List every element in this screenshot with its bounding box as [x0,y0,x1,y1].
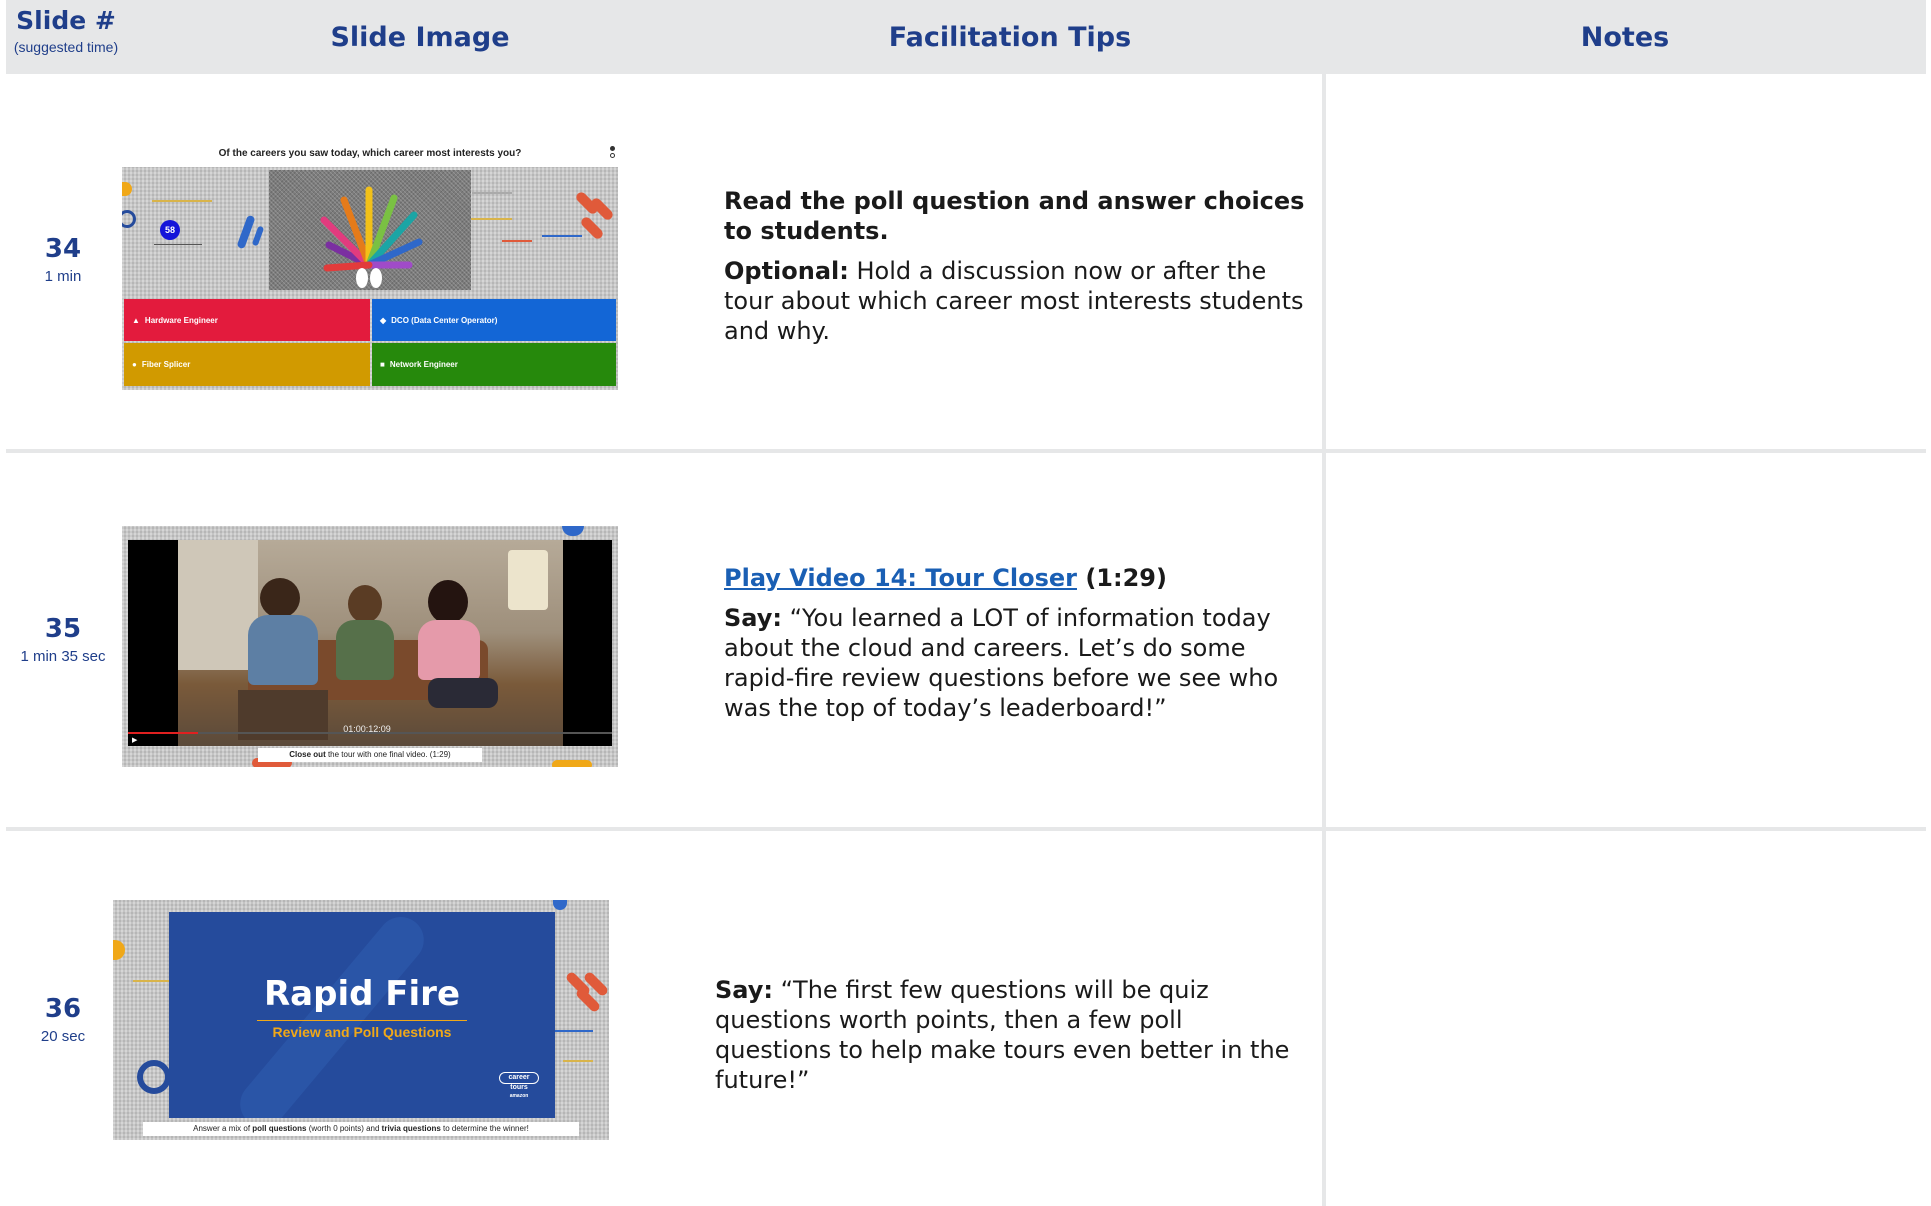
slide-number: 34 [44,234,82,264]
circle-icon: ● [132,360,137,369]
rapid-fire-title: Rapid Fire [264,974,460,1014]
say-label: Say: [715,976,773,1004]
slide-thumbnail-rapid-fire[interactable]: Rapid Fire Review and Poll Questions car… [113,900,609,1140]
poll-option-3[interactable]: ● Fiber Splicer [124,343,370,386]
play-video-link[interactable]: Play Video 14: Tour Closer [724,564,1077,592]
video-duration: (1:29) [1076,564,1167,592]
poll-question: Of the careers you saw today, which care… [218,148,522,159]
video-player[interactable]: ▶ 01:00:12:09 [128,540,612,746]
slide-thumbnail-video[interactable]: ▶ 01:00:12:09 Close out the tour with on… [122,526,618,767]
poll-option-4[interactable]: ■ Network Engineer [372,343,616,386]
header-notes: Notes [1580,21,1670,53]
square-icon: ■ [380,360,385,369]
say-label: Say: [724,604,782,632]
slide-number-cell: 35 1 min 35 sec [8,614,118,665]
notes-cell[interactable] [1330,833,1920,1201]
more-options-icon[interactable] [610,146,616,158]
play-icon[interactable]: ▶ [132,736,137,744]
slide-duration: 20 sec [40,1028,86,1045]
triangle-icon: ▲ [132,315,140,325]
rapid-fire-subtitle: Review and Poll Questions [272,1024,452,1040]
say-text: “You learned a LOT of information today … [724,604,1279,722]
slide-number: 36 [44,994,82,1024]
notes-cell[interactable] [1330,78,1920,446]
notes-cell[interactable] [1330,455,1920,823]
facilitation-tips-34: Read the poll question and answer choice… [724,186,1314,356]
header-slide-title: Slide # [16,6,116,35]
row-divider [6,449,1926,453]
rapid-fire-card: Rapid Fire Review and Poll Questions car… [169,912,555,1118]
video-caption: Close out the tour with one final video.… [258,748,482,762]
slide-duration: 1 min 35 sec [20,648,106,665]
poll-option-2[interactable]: ◆ DCO (Data Center Operator) [372,299,616,341]
slide-number-cell: 34 1 min [8,234,118,285]
career-tours-logo: career tours amazon [499,1072,539,1100]
diamond-icon: ◆ [380,315,387,325]
facilitation-tips-36: Say: “The first few questions will be qu… [715,975,1305,1105]
slide-duration: 1 min [44,268,82,285]
header-facilitation-tips: Facilitation Tips [888,21,1132,53]
video-frame [178,540,563,746]
poll-option-1[interactable]: ▲ Hardware Engineer [124,299,370,341]
facilitation-tips-35: Play Video 14: Tour Closer (1:29) Say: “… [724,563,1314,733]
header-slide-number: Slide # (suggested time) [6,6,126,55]
tip-optional-label: Optional: [724,257,849,285]
response-count-badge: 58 [160,220,180,240]
video-timecode: 01:00:12:09 [343,724,391,734]
column-divider [1322,74,1326,1206]
header-slide-subtitle: (suggested time) [13,39,119,55]
rapid-fire-caption: Answer a mix of poll questions (worth 0 … [143,1122,579,1136]
slide-number-cell: 36 20 sec [8,994,118,1045]
say-text: “The first few questions will be quiz qu… [715,976,1290,1094]
slide-thumbnail-poll[interactable]: Of the careers you saw today, which care… [122,140,618,390]
header-slide-image: Slide Image [330,21,510,53]
tip-instruction: Read the poll question and answer choice… [724,187,1305,245]
slide-number: 35 [44,614,82,644]
arrows-image [269,170,471,290]
row-divider [6,827,1926,831]
